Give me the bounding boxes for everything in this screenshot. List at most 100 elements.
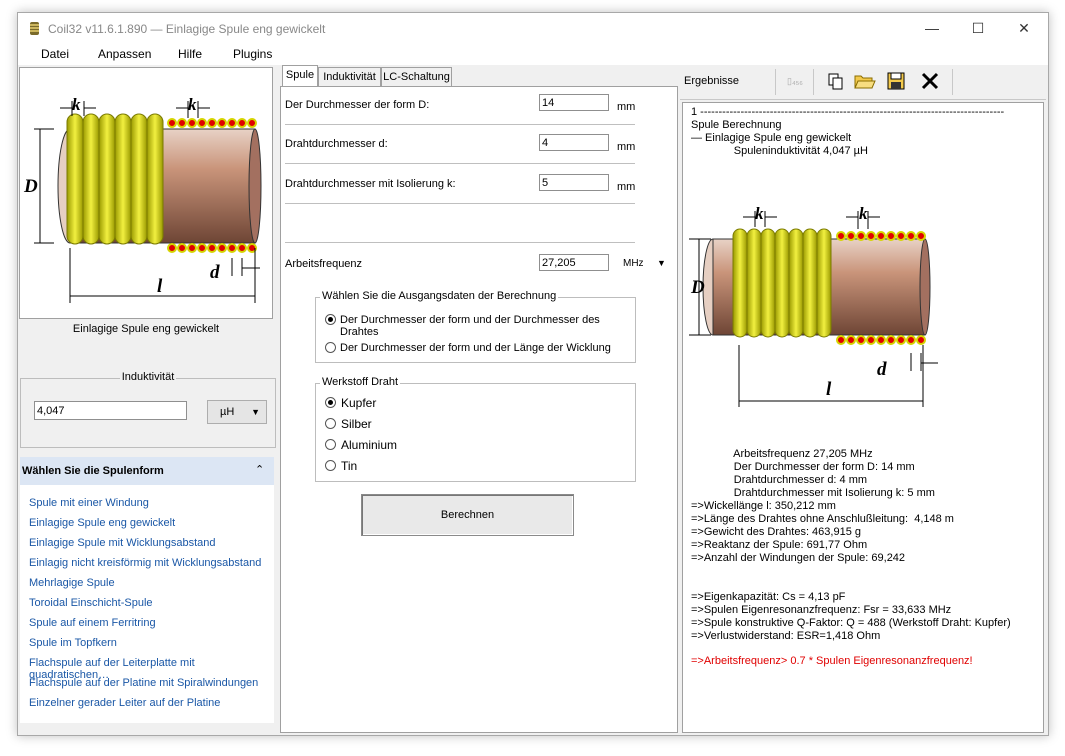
radio-material-silber[interactable] <box>325 418 336 429</box>
results-panel: Ergebnisse ▯₄₅₆ 1 ----------------------… <box>680 65 1046 733</box>
inductance-input[interactable]: 4,047 <box>34 401 187 420</box>
result-line: =>Wickellänge l: 350,212 mm <box>691 500 836 512</box>
calculate-button[interactable]: Berechnen <box>361 494 574 536</box>
label-d: d <box>210 262 220 283</box>
middle-panel: Spule Induktivität LC-Schaltung Der Durc… <box>280 65 678 733</box>
result-line: Drahtdurchmesser d: 4 mm <box>691 474 868 486</box>
result-line: Arbeitsfrequenz 27,205 MHz <box>691 448 873 460</box>
unit-d: mm <box>617 141 636 153</box>
result-label-k-left: k <box>755 204 764 223</box>
result-line: =>Reaktanz der Spule: 691,77 Ohm <box>691 539 868 551</box>
radio-source-diameter[interactable] <box>325 314 336 325</box>
result-label-l: l <box>826 379 832 400</box>
maximize-button[interactable]: ☐ <box>955 13 1001 44</box>
toolbar-separator <box>952 69 953 95</box>
copy-icon[interactable] <box>824 69 848 93</box>
unit-D: mm <box>617 101 636 113</box>
result-line: — Einlagige Spule eng gewickelt <box>691 132 852 144</box>
radio-source-length[interactable] <box>325 342 336 353</box>
form-link-ferrite-ring[interactable]: Spule auf einem Ferritring <box>29 617 156 629</box>
inductance-unit: µH <box>220 406 235 418</box>
radio-material-kupfer[interactable] <box>325 397 336 408</box>
tab-spule[interactable]: Spule <box>282 65 318 87</box>
label-k-right: k <box>188 95 197 114</box>
app-icon <box>30 22 39 35</box>
results-toolbar: Ergebnisse ▯₄₅₆ <box>680 65 1046 100</box>
inductance-unit-select[interactable]: µH ▼ <box>207 400 267 424</box>
toolbar-separator <box>813 69 814 95</box>
number-icon[interactable]: ▯₄₅₆ <box>783 69 807 93</box>
radio-label-kupfer[interactable]: Kupfer <box>341 396 376 410</box>
menu-bar: Datei Anpassen Hilfe Plugins <box>18 44 1048 65</box>
radio-label-source-diameter[interactable]: Der Durchmesser der form und der Durchme… <box>340 314 635 338</box>
forms-header-title: Wählen Sie die Spulenform <box>22 465 164 477</box>
result-line: Spuleninduktivität 4,047 µH <box>691 145 868 157</box>
collapse-icon[interactable]: ⌃ <box>255 463 264 476</box>
form-link-spaced[interactable]: Einlagige Spule mit Wicklungsabstand <box>29 537 216 549</box>
menu-hilfe[interactable]: Hilfe <box>178 47 202 61</box>
result-line: =>Eigenkapazität: Cs = 4,13 pF <box>691 591 846 603</box>
tab-lc-schaltung[interactable]: LC-Schaltung <box>381 67 452 87</box>
image-caption: Einlagige Spule eng gewickelt <box>72 323 220 335</box>
forms-header[interactable]: Wählen Sie die Spulenform ⌃ <box>20 457 274 485</box>
radio-material-tin[interactable] <box>325 460 336 471</box>
source-data-group-title: Wählen Sie die Ausgangsdaten der Berechn… <box>320 290 559 302</box>
label-l: l <box>157 276 163 297</box>
radio-label-tin[interactable]: Tin <box>341 459 357 473</box>
tab-induktivitaet[interactable]: Induktivität <box>318 67 381 87</box>
window-title: Coil32 v11.6.1.890 — Einlagige Spule eng… <box>48 22 326 36</box>
radio-label-aluminium[interactable]: Aluminium <box>341 438 397 452</box>
minimize-button[interactable]: — <box>909 13 955 44</box>
save-icon[interactable] <box>884 69 908 93</box>
menu-plugins[interactable]: Plugins <box>233 47 272 61</box>
result-warning: =>Arbeitsfrequenz> 0.7 * Spulen Eigenres… <box>691 655 973 667</box>
form-link-pot-core[interactable]: Spule im Topfkern <box>29 637 117 649</box>
result-line: Drahtdurchmesser mit Isolierung k: 5 mm <box>691 487 935 499</box>
coil-diagram: k k D d l <box>23 95 262 303</box>
app-window: Coil32 v11.6.1.890 — Einlagige Spule eng… <box>17 12 1049 736</box>
radio-label-silber[interactable]: Silber <box>341 417 372 431</box>
open-folder-icon[interactable] <box>852 69 876 93</box>
divider <box>285 242 635 243</box>
radio-label-source-length[interactable]: Der Durchmesser der form und der Länge d… <box>340 342 611 354</box>
field-label-k: Drahtdurchmesser mit Isolierung k: <box>285 178 456 190</box>
chevron-down-icon: ▼ <box>657 258 666 268</box>
menu-anpassen[interactable]: Anpassen <box>98 47 151 61</box>
result-label-d: d <box>877 359 887 380</box>
form-link-multilayer[interactable]: Mehrlagige Spule <box>29 577 115 589</box>
clear-icon[interactable] <box>918 69 942 93</box>
inductance-group: Induktivität 4,047 µH ▼ <box>20 371 276 448</box>
form-link-noncircular[interactable]: Einlagig nicht kreisförmig mit Wicklungs… <box>29 557 261 569</box>
divider <box>285 203 635 204</box>
frequency-label: Arbeitsfrequenz <box>285 258 363 270</box>
input-insulated-diameter[interactable]: 5 <box>539 174 609 191</box>
result-line: =>Anzahl der Windungen der Spule: 69,242 <box>691 552 906 564</box>
input-wire-diameter[interactable]: 4 <box>539 134 609 151</box>
form-link-pcb-spiral[interactable]: Flachspule auf der Platine mit Spiralwin… <box>29 677 258 689</box>
results-title: Ergebnisse <box>684 75 740 87</box>
coil-image-frame: k k D d l <box>19 67 273 319</box>
coil-windings <box>66 113 164 245</box>
input-form-diameter[interactable]: 14 <box>539 94 609 111</box>
field-label-D: Der Durchmesser der form D: <box>285 99 430 111</box>
result-line: 1 --------------------------------------… <box>691 106 1005 118</box>
inductance-title: Induktivität <box>119 371 177 383</box>
radio-material-aluminium[interactable] <box>325 439 336 450</box>
material-group-title: Werkstoff Draht <box>320 376 401 388</box>
chevron-down-icon: ▼ <box>251 407 260 417</box>
tab-content: Der Durchmesser der form D: 14 mm Drahtd… <box>280 86 678 733</box>
input-frequency[interactable]: 27,205 <box>539 254 609 271</box>
form-link-toroidal[interactable]: Toroidal Einschicht-Spule <box>29 597 153 609</box>
results-text-area[interactable]: 1 --------------------------------------… <box>682 102 1044 733</box>
left-panel: k k D d l Einlagige Spule eng gewickelt … <box>18 65 276 735</box>
source-data-group: Wählen Sie die Ausgangsdaten der Berechn… <box>315 290 636 363</box>
form-link-single-turn[interactable]: Spule mit einer Windung <box>29 497 149 509</box>
unit-k: mm <box>617 181 636 193</box>
form-link-straight-conductor[interactable]: Einzelner gerader Leiter auf der Platine <box>29 697 220 709</box>
menu-datei[interactable]: Datei <box>41 47 69 61</box>
result-line: Der Durchmesser der form D: 14 mm <box>691 461 915 473</box>
form-link-closely-wound[interactable]: Einlagige Spule eng gewickelt <box>29 517 175 529</box>
frequency-unit-select[interactable]: MHz ▼ <box>623 258 671 269</box>
result-label-D: D <box>690 277 705 298</box>
close-button[interactable]: ✕ <box>1001 13 1047 44</box>
